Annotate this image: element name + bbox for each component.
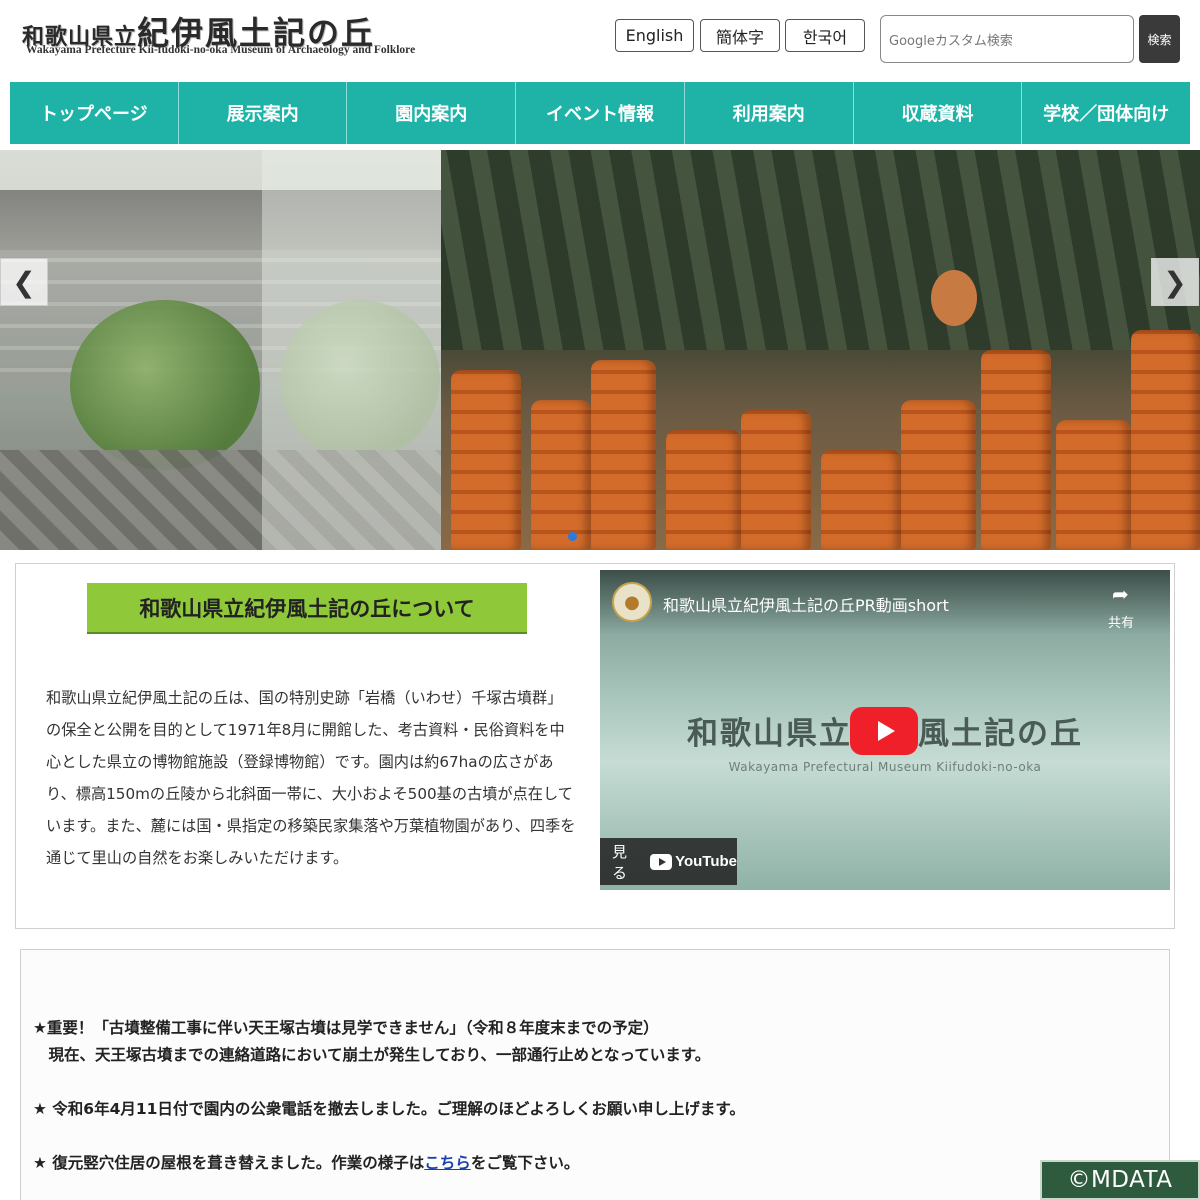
site-logo[interactable]: 和歌山県立紀伊風土記の丘 Wakayama Prefecture Kii-fud… [22,8,452,68]
youtube-video-embed[interactable]: ● 和歌山県立紀伊風土記の丘PR動画short ➦ 共有 和歌山県立紀伊風土記の… [600,570,1170,890]
youtube-wordmark: YouTube [675,853,737,870]
logo-subtitle: Wakayama Prefecture Kii-fudoki-no-oka Mu… [26,44,416,56]
haniwa-shape [741,410,811,550]
about-heading: 和歌山県立紀伊風土記の丘について [87,583,527,634]
lang-english-button[interactable]: English [615,19,694,52]
haniwa-shape [531,400,591,550]
search-button[interactable]: 検索 [1139,15,1180,63]
youtube-icon [650,853,673,870]
news-item: ★ 令和6年4月11日付で園内の公衆電話を撤去しました。ご理解のほどよろしくお願… [33,1100,745,1118]
nav-item-events[interactable]: イベント情報 [516,82,685,144]
chevron-right-icon: ❯ [1163,265,1187,299]
nav-item-exhibition[interactable]: 展示案内 [179,82,348,144]
watch-label: 見る [612,842,628,882]
slide-image-haniwa [441,150,1200,550]
share-label[interactable]: 共有 [1108,612,1134,631]
video-title[interactable]: 和歌山県立紀伊風土記の丘PR動画short [663,592,949,616]
haniwa-figure-head [931,270,977,326]
nav-item-park-guide[interactable]: 園内案内 [347,82,517,144]
copyright-badge: ©MDATA [1040,1160,1200,1200]
search-input[interactable]: Googleカスタム検索 [880,15,1134,63]
news-item: 現在、天王塚古墳までの連絡道路において崩土が発生しており、一部通行止めとなってい… [33,1046,711,1064]
play-button[interactable] [850,707,918,755]
haniwa-shape [1131,330,1200,550]
watch-on-youtube-button[interactable]: 見る YouTube [600,838,737,885]
about-description: 和歌山県立紀伊風土記の丘は、国の特別史跡「岩橋（いわせ）千塚古墳群」の保全と公開… [46,689,576,867]
news-link[interactable]: こちら [424,1154,471,1172]
news-item: ★重要！「古墳整備工事に伴い天王塚古墳は見学できません」（令和８年度末までの予定… [33,1019,659,1037]
lang-chinese-button[interactable]: 簡体字 [700,19,780,52]
youtube-logo: YouTube [650,853,737,870]
channel-avatar-icon[interactable]: ● [612,582,652,622]
share-icon[interactable]: ➦ [1112,582,1129,606]
hero-slider[interactable]: ❮ ❯ [0,150,1200,550]
news-item-text: ★ 復元竪穴住居の屋根を葺き替えました。作業の様子は [33,1154,425,1172]
nav-item-schools-groups[interactable]: 学校／団体向け [1022,82,1190,144]
lang-korean-button[interactable]: 한국어 [785,19,865,52]
haniwa-shape [591,360,656,550]
video-overlay-subtitle: Wakayama Prefectural Museum Kiifudoki-no… [728,760,1042,774]
main-nav: トップページ 展示案内 園内案内 イベント情報 利用案内 収蔵資料 学校／団体向… [10,82,1190,144]
site-header: 和歌山県立紀伊風土記の丘 Wakayama Prefecture Kii-fud… [0,0,1200,80]
news-section: ★重要！「古墳整備工事に伴い天王塚古墳は見学できません」（令和８年度末までの予定… [20,949,1170,1200]
slide-bush-shape [70,300,260,470]
haniwa-shape [666,430,741,550]
slide-image-garden [0,150,441,550]
chevron-left-icon: ❮ [12,265,36,299]
news-item: ★ 復元竪穴住居の屋根を葺き替えました。作業の様子はこちらをご覧下さい。 [33,1151,579,1173]
haniwa-shape [901,400,976,550]
nav-item-collections[interactable]: 収蔵資料 [854,82,1023,144]
play-icon [877,721,895,741]
haniwa-shape [821,450,901,550]
slide-haniwa-group [441,270,1200,550]
slider-prev-button[interactable]: ❮ [0,258,48,306]
about-section: 和歌山県立紀伊風土記の丘について 和歌山県立紀伊風土記の丘は、国の特別史跡「岩橋… [15,563,1175,929]
haniwa-shape [451,370,521,550]
nav-item-usage[interactable]: 利用案内 [685,82,854,144]
slide-transition-fade [262,150,441,550]
haniwa-shape [1056,420,1131,550]
haniwa-shape [981,350,1051,550]
news-item-suffix: をご覧下さい。 [470,1154,580,1172]
nav-item-top[interactable]: トップページ [10,82,179,144]
slider-next-button[interactable]: ❯ [1151,258,1199,306]
slider-indicator-dot[interactable] [568,532,577,541]
